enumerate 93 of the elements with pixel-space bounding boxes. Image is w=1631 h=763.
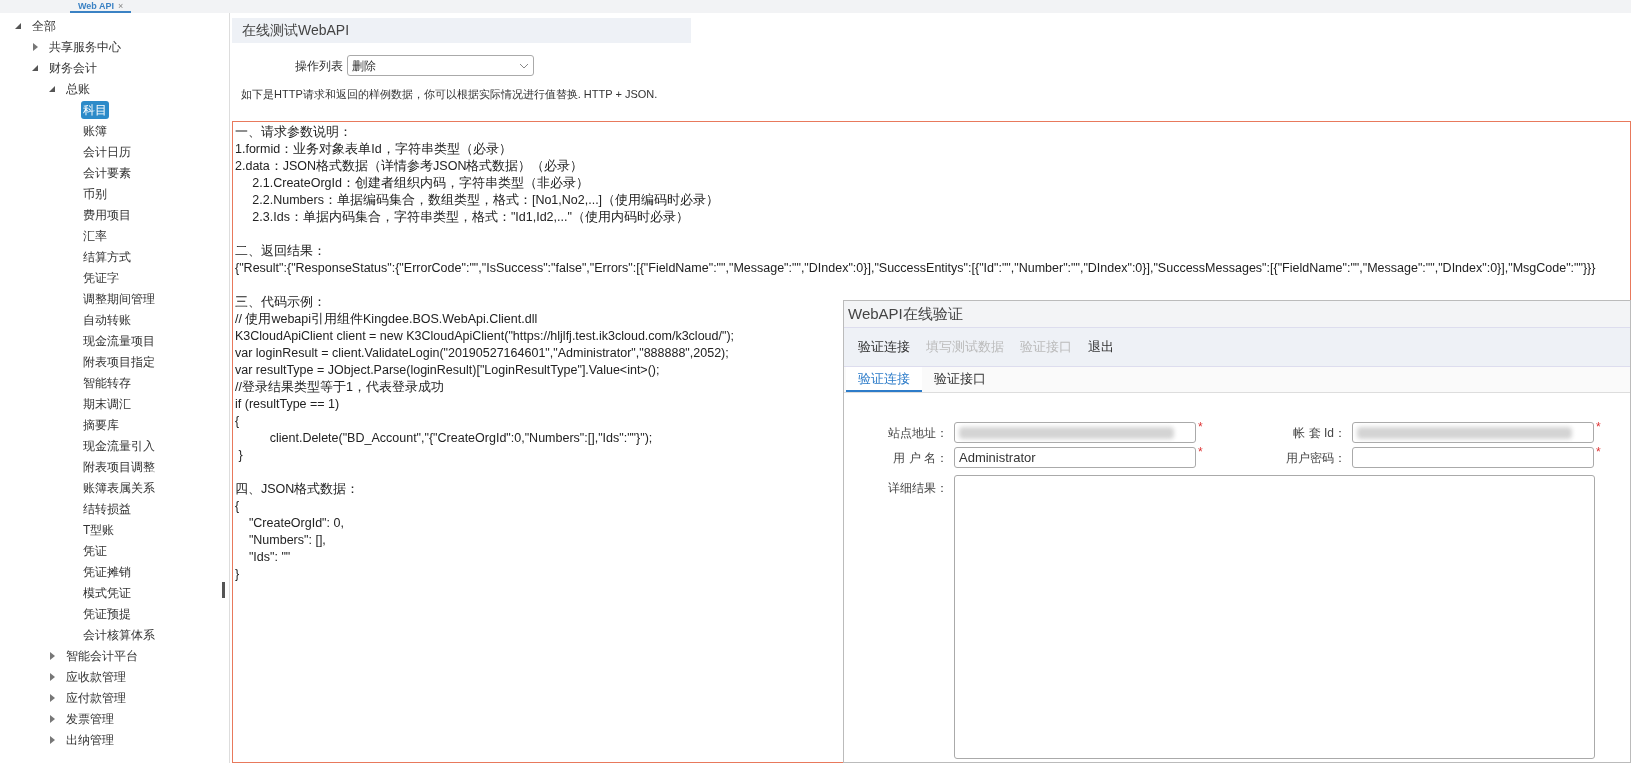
- collapse-arrow-icon[interactable]: [31, 63, 39, 72]
- tab[interactable]: 验证连接: [846, 367, 922, 392]
- tree-item[interactable]: 结转损益: [81, 499, 133, 518]
- tree-item[interactable]: 凭证: [81, 541, 109, 560]
- tree-item[interactable]: 摘要库: [81, 415, 121, 434]
- tree-item[interactable]: 智能转存: [81, 373, 133, 392]
- tree-item[interactable]: 现金流量引入: [81, 436, 157, 455]
- tree-item[interactable]: 会计日历: [81, 142, 133, 161]
- description-text: 如下是HTTP请求和返回的样例数据，你可以根据实际情况进行值替换. HTTP + JSON.: [240, 87, 659, 102]
- tree-item[interactable]: 共享服务中心: [47, 37, 123, 56]
- required-mark: *: [1198, 422, 1203, 432]
- tree-item[interactable]: 结算方式: [81, 247, 133, 266]
- tab[interactable]: Web API ×: [70, 1, 132, 13]
- code-line: var loginResult = client.ValidateLogin("20190527164601","Administrator","888888",2052);: [235, 345, 729, 362]
- tree-item[interactable]: 全部: [30, 16, 58, 35]
- code-line: {: [235, 413, 240, 430]
- tree-item[interactable]: T型账: [81, 520, 117, 539]
- collapse-arrow-icon[interactable]: [14, 21, 22, 30]
- code-line: }: [235, 566, 240, 583]
- field-label: 操作列表: [295, 57, 343, 75]
- tree-item[interactable]: 现金流量项目: [81, 331, 157, 350]
- tree-item[interactable]: 会计核算体系: [81, 625, 157, 644]
- code-line: client.Delete("BD_Account","{"CreateOrgId":0,"Numbers":[],"Ids":""}");: [268, 430, 653, 447]
- tree-item[interactable]: 账簿表属关系: [81, 478, 157, 497]
- tab[interactable]: 验证接口: [922, 367, 998, 392]
- tree-item[interactable]: 凭证字: [81, 268, 121, 287]
- code-line: 1.formid：业务对象表单Id，字符串类型（必录）: [235, 141, 512, 158]
- field-label: 帐 套 Id：: [1292, 424, 1346, 442]
- tree-item[interactable]: 自动转账: [81, 310, 133, 329]
- code-line: var resultType = JObject.Parse(loginResult)["LoginResultType"].Value<int>();: [235, 362, 660, 379]
- code-line: "Ids": "": [247, 549, 291, 566]
- tree-item[interactable]: 汇率: [81, 226, 109, 245]
- tree-item[interactable]: 附表项目指定: [81, 352, 157, 371]
- collapse-arrow-icon[interactable]: [48, 84, 56, 93]
- code-line: 2.1.CreateOrgId：创建者组织内码，字符串类型（非必录）: [251, 175, 589, 192]
- field-label: 用 户 名：: [892, 449, 948, 467]
- dialog-title: WebAPI在线验证: [844, 301, 1630, 327]
- input-field[interactable]: Administrator: [954, 447, 1196, 468]
- tree-item[interactable]: 账簿: [81, 121, 109, 140]
- tree-item[interactable]: 科目: [81, 100, 109, 119]
- code-line: //登录结果类型等于1，代表登录成功: [235, 379, 444, 396]
- tree-item[interactable]: 财务会计: [47, 58, 99, 77]
- tree-item[interactable]: 费用项目: [81, 205, 133, 224]
- code-line: K3CloudApiClient client = new K3CloudApiClient("https://hljlfj.test.ik3cloud.com/k3cloud/");: [235, 328, 735, 345]
- code-line: {"Result":{"ResponseStatus":{"ErrorCode":"","IsSuccess":"false","Errors":[{"FieldName":"","Message":"","DIndex":0}],"SuccessEntitys":[{"Id":"","Number":"","DIndex":0}],"SuccessMessages":[{"FieldName":"","Message":"","DIndex":0}],"MsgCode":""}}}: [235, 260, 1596, 277]
- code-line: // 使用webapi引用组件Kingdee.BOS.WebApi.Client.dll: [235, 311, 538, 328]
- required-mark: *: [1198, 447, 1203, 457]
- toolbar-button[interactable]: 退出: [1084, 335, 1118, 359]
- code-line: 三、代码示例：: [235, 294, 326, 311]
- tree-item[interactable]: 期末调汇: [81, 394, 133, 413]
- required-mark: *: [1596, 422, 1601, 432]
- expand-arrow-icon[interactable]: [48, 693, 56, 702]
- code-line: if (resultType == 1): [235, 396, 340, 413]
- operation-select[interactable]: 删除: [347, 55, 534, 76]
- code-line: 二、返回结果：: [235, 243, 326, 260]
- code-line: 2.3.Ids：单据内码集合，字符串类型，格式："Id1,Id2,..."（使用内码时必录）: [251, 209, 689, 226]
- field-label: 用户密码：: [1285, 449, 1346, 467]
- tree-item[interactable]: 调整期间管理: [81, 289, 157, 308]
- tree-item[interactable]: 币别: [81, 184, 109, 203]
- code-line: "Numbers": [],: [247, 532, 326, 549]
- tree-item[interactable]: 模式凭证: [81, 583, 133, 602]
- code-line: 四、JSON格式数据：: [235, 481, 360, 498]
- input-field[interactable]: [1352, 447, 1594, 468]
- tree-item[interactable]: 凭证摊销: [81, 562, 133, 581]
- tree-item[interactable]: 出纳管理: [64, 730, 116, 749]
- code-line: 2.data：JSON格式数据（详情参考JSON格式数据）（必录）: [235, 158, 584, 175]
- code-line: {: [235, 498, 240, 515]
- toolbar-button[interactable]: 验证连接: [854, 335, 914, 359]
- field-label: 详细结果：: [887, 480, 948, 497]
- scrollbar-thumb[interactable]: [221, 582, 225, 598]
- tree-item[interactable]: 会计要素: [81, 163, 133, 182]
- required-mark: *: [1596, 447, 1601, 457]
- chevron-down-icon: [519, 62, 529, 69]
- input-field[interactable]: [954, 422, 1196, 443]
- code-line: 一、请求参数说明：: [235, 124, 352, 141]
- code-line: }: [237, 447, 243, 464]
- tree-item[interactable]: 应付款管理: [64, 688, 128, 707]
- code-line: "CreateOrgId": 0,: [247, 515, 344, 532]
- input-field[interactable]: [1352, 422, 1594, 443]
- expand-arrow-icon[interactable]: [48, 735, 56, 744]
- tree-item[interactable]: 附表项目调整: [81, 457, 157, 476]
- field-label: 站点地址：: [887, 424, 948, 442]
- tree-item[interactable]: 总账: [64, 79, 92, 98]
- tree-item[interactable]: 应收款管理: [64, 667, 128, 686]
- section-header: 在线测试WebAPI: [232, 18, 691, 43]
- tree-item[interactable]: 智能会计平台: [64, 646, 140, 665]
- expand-arrow-icon[interactable]: [48, 672, 56, 681]
- expand-arrow-icon[interactable]: [48, 651, 56, 660]
- code-line: 2.2.Numbers：单据编码集合，数组类型，格式：[No1,No2,...]（使用编码时必录）: [251, 192, 720, 209]
- tree-item[interactable]: 发票管理: [64, 709, 116, 728]
- tree-item[interactable]: 凭证预提: [81, 604, 133, 623]
- expand-arrow-icon[interactable]: [31, 42, 39, 51]
- expand-arrow-icon[interactable]: [48, 714, 56, 723]
